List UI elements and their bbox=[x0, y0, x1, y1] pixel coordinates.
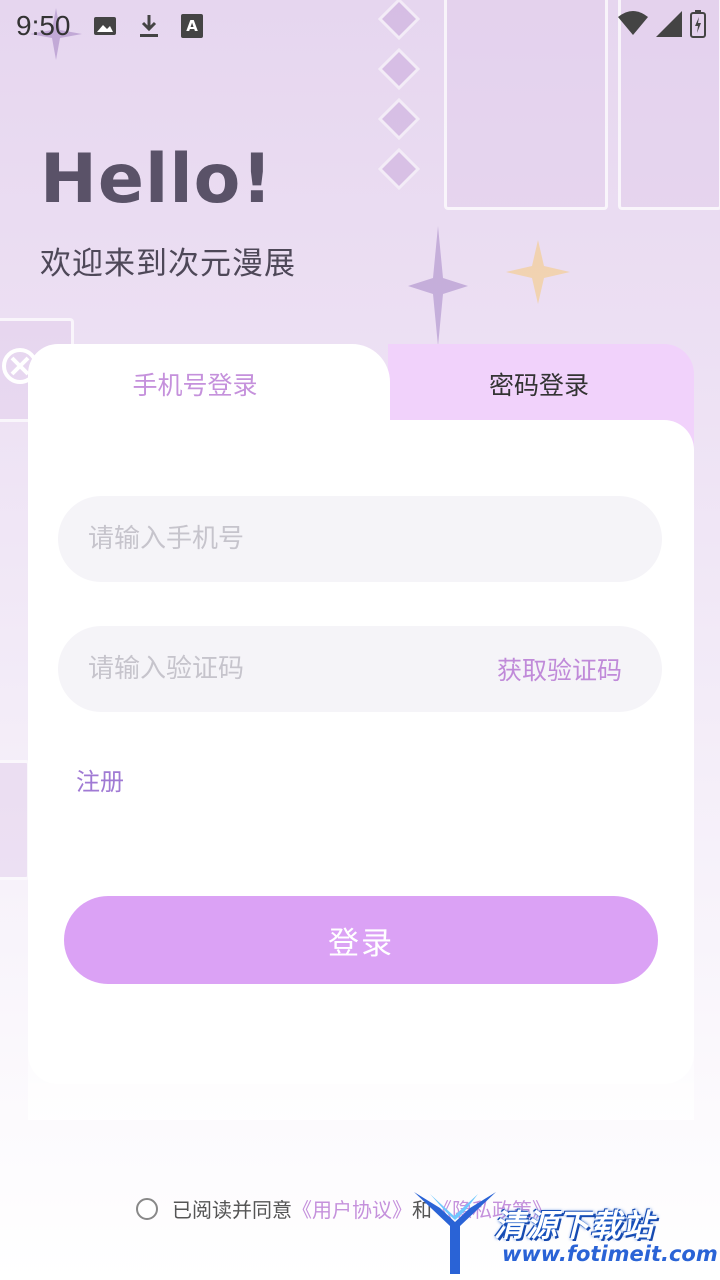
hero-subtitle: 欢迎来到次元漫展 bbox=[40, 246, 296, 282]
agreement-checkbox[interactable] bbox=[136, 1197, 158, 1220]
agreement-prefix: 已阅读并同意 bbox=[172, 1198, 292, 1222]
card-fade bbox=[28, 1000, 694, 1120]
image-icon bbox=[93, 14, 117, 38]
phone-input[interactable] bbox=[88, 524, 632, 554]
status-bar: 9:50 A bbox=[0, 0, 720, 52]
status-time: 9:50 bbox=[16, 10, 71, 41]
code-input-row: 获取验证码 bbox=[58, 626, 662, 712]
font-icon: A bbox=[180, 14, 203, 38]
battery-charging-icon bbox=[690, 10, 706, 42]
user-agreement-link[interactable]: 《用户协议》 bbox=[292, 1194, 412, 1223]
tab-phone-login[interactable]: 手机号登录 bbox=[28, 366, 362, 402]
login-card: 手机号登录 密码登录 获取验证码 注册 登录 bbox=[28, 344, 694, 1084]
login-button[interactable]: 登录 bbox=[64, 896, 658, 984]
watermark: 清源下载站 www.fotimeit.com bbox=[410, 1186, 718, 1280]
phone-input-row bbox=[58, 496, 662, 582]
watermark-brand: 清源下载站 bbox=[494, 1208, 654, 1244]
code-input[interactable] bbox=[88, 654, 497, 684]
svg-text:A: A bbox=[186, 17, 198, 35]
tab-password-login[interactable]: 密码登录 bbox=[384, 366, 694, 402]
watermark-url: www.fotimeit.com bbox=[502, 1242, 718, 1266]
get-code-button[interactable]: 获取验证码 bbox=[497, 651, 622, 687]
watermark-logo-icon bbox=[414, 1192, 496, 1274]
download-icon bbox=[137, 13, 161, 39]
signal-icon bbox=[656, 11, 682, 41]
wifi-icon bbox=[618, 11, 648, 41]
hero-title: Hello! bbox=[40, 140, 274, 219]
register-link[interactable]: 注册 bbox=[76, 762, 124, 797]
